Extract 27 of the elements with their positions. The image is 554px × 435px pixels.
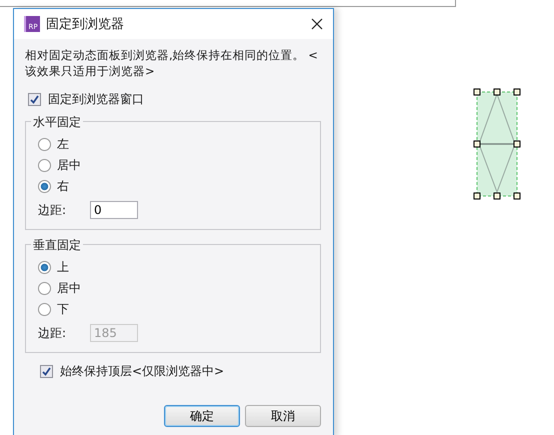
radio-label: 左 — [57, 136, 69, 153]
radio-button[interactable] — [38, 138, 51, 151]
radio-button[interactable] — [38, 282, 51, 295]
dialog-button[interactable]: 取消 — [245, 405, 321, 427]
radio-button[interactable] — [38, 180, 51, 193]
radio-label: 居中 — [57, 280, 81, 297]
checkbox-label: 始终保持顶层<仅限浏览器中> — [60, 362, 224, 380]
dynamic-panel-drawing[interactable] — [473, 88, 521, 200]
radio-label: 右 — [57, 178, 69, 195]
checkbox[interactable] — [28, 92, 41, 106]
window-title: 固定到浏览器 — [46, 16, 125, 33]
radio-label: 下 — [57, 301, 69, 318]
description-text: 相对固定动态面板到浏览器,始终保持在相同的位置。 <该效果只适用于浏览器> — [25, 47, 319, 79]
radio-button[interactable] — [38, 159, 51, 172]
dialog-button[interactable]: 确定 — [164, 405, 240, 427]
radio-label: 上 — [57, 259, 69, 276]
radio-label: 居中 — [57, 157, 81, 174]
margin-label: 边距: — [38, 324, 68, 342]
group-title: 垂直固定 — [31, 237, 83, 254]
close-icon[interactable] — [311, 18, 323, 30]
checkbox-label: 固定到浏览器窗口 — [48, 90, 144, 108]
group-title: 水平固定 — [31, 114, 83, 131]
margin-field[interactable]: 0 — [90, 201, 138, 219]
radio-button[interactable] — [38, 261, 51, 274]
margin-label: 边距: — [38, 202, 68, 218]
radio-button[interactable] — [38, 303, 51, 316]
checkbox[interactable] — [40, 364, 53, 378]
